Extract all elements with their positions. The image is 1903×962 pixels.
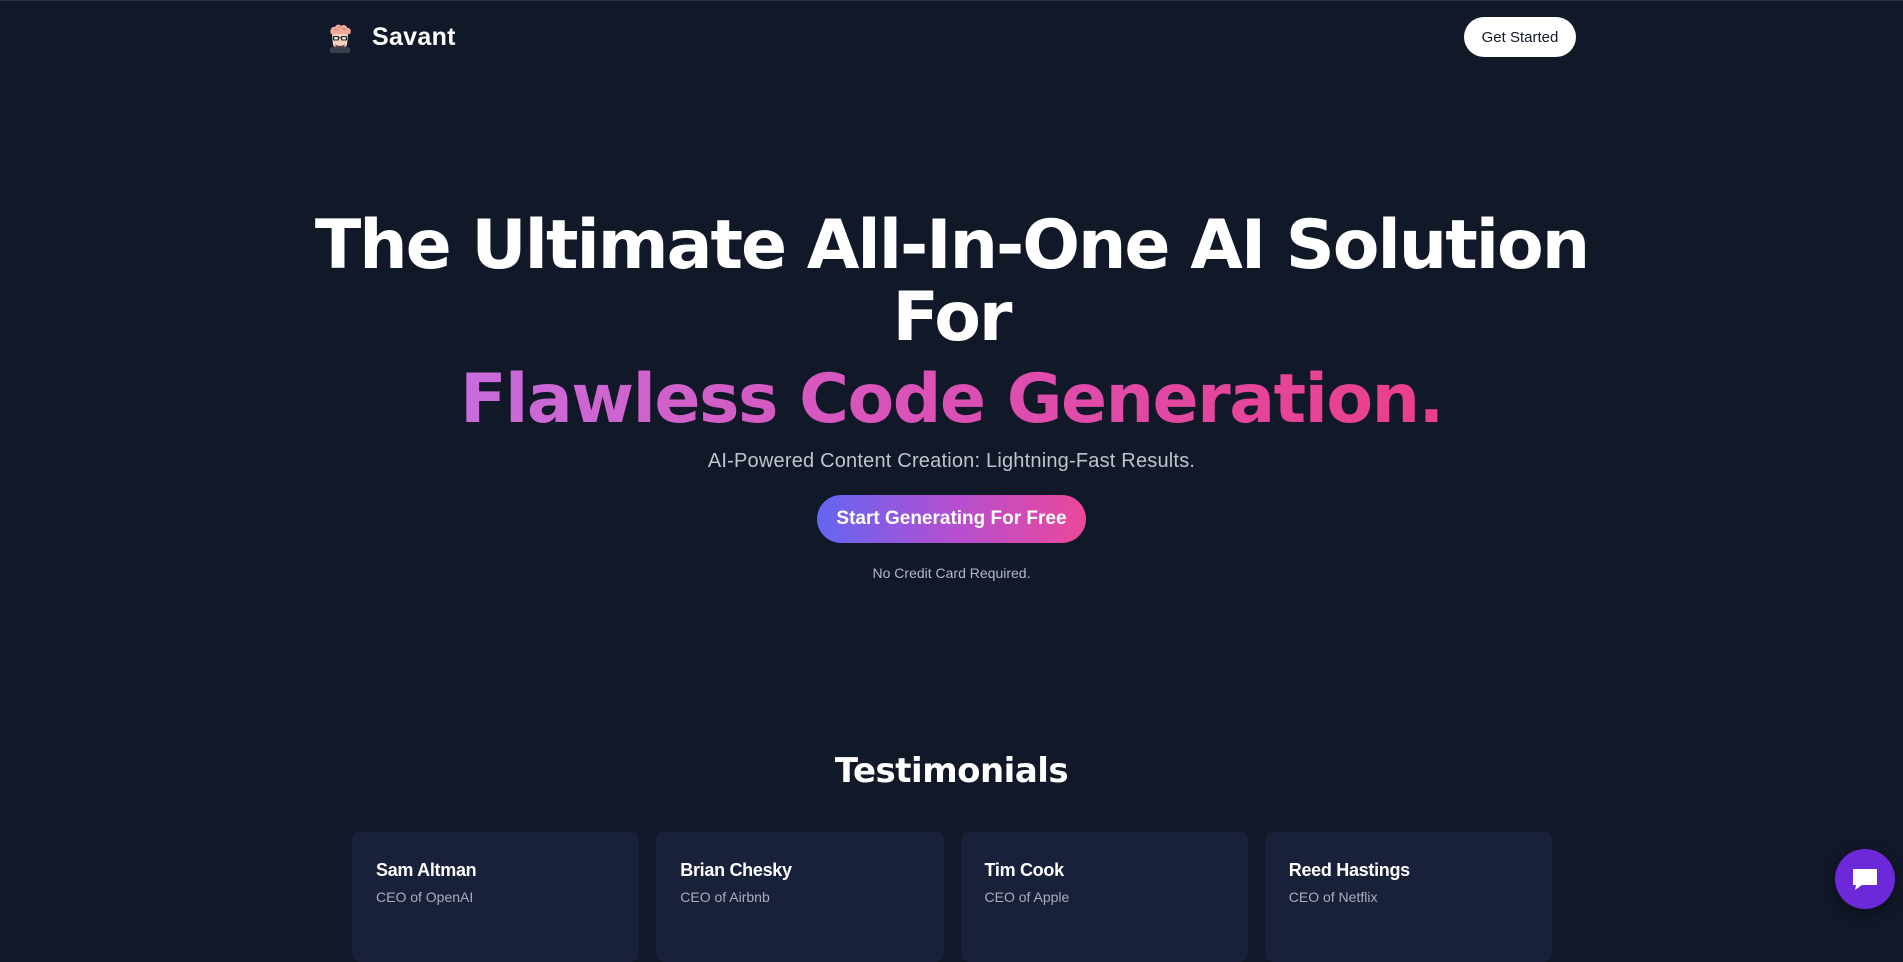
hero-gradient-headline: Flawless Code Generation. [460,360,1444,439]
navbar: Savant Get Started [324,17,1576,57]
testimonial-card: Sam Altman CEO of OpenAI [352,832,640,962]
start-generating-button[interactable]: Start Generating For Free [817,495,1086,543]
testimonial-card: Reed Hastings CEO of Netflix [1264,832,1552,962]
testimonial-name: Sam Altman [376,860,477,880]
testimonial-name: Tim Cook [984,860,1065,880]
testimonial-role: CEO of Apple [984,889,1070,905]
testimonial-name: Reed Hastings [1288,860,1410,880]
hero-headline: The Ultimate All-In-One AI Solution For [314,206,1590,357]
top-border [0,0,1903,1]
testimonial-role: CEO of Airbnb [680,889,770,905]
testimonial-card: Brian Chesky CEO of Airbnb [656,832,944,962]
testimonials-title: Testimonials [834,751,1069,791]
testimonials-list: Sam Altman CEO of OpenAI Brian Chesky CE… [352,832,1552,962]
testimonial-card: Tim Cook CEO of Apple [960,832,1248,962]
testimonial-role: CEO of Netflix [1288,889,1378,905]
brand[interactable]: Savant [324,21,456,53]
nerd-brain-avatar-icon [330,24,351,53]
chat-bubble-icon [1853,869,1877,890]
hero-subtitle: AI-Powered Content Creation: Lightning-F… [707,450,1196,472]
hero-section: The Ultimate All-In-One AI Solution For … [0,206,1903,582]
chat-widget-button[interactable] [1835,849,1895,909]
no-credit-card-note: No Credit Card Required. [872,565,1031,581]
testimonial-name: Brian Chesky [680,860,792,880]
testimonial-role: CEO of OpenAI [376,889,474,905]
get-started-button[interactable]: Get Started [1464,17,1576,57]
brand-name: Savant [372,22,456,51]
